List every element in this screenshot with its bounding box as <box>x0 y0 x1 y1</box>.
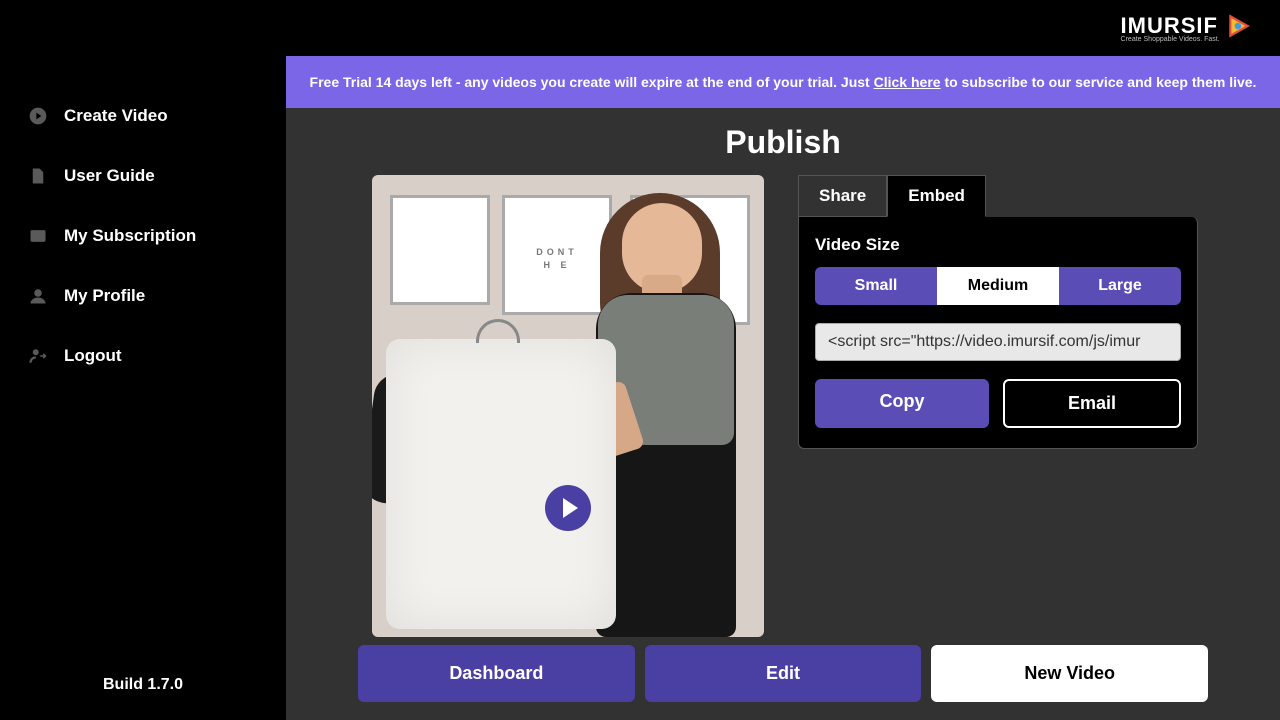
sidebar-item-label: Create Video <box>64 106 168 126</box>
sidebar-item-label: User Guide <box>64 166 155 186</box>
embed-code-box[interactable]: <script src="https://video.imursif.com/j… <box>815 323 1181 361</box>
wall-frame <box>390 195 490 305</box>
dashboard-button[interactable]: Dashboard <box>358 645 635 702</box>
brand-tagline: Create Shoppable Videos. Fast. <box>1121 36 1220 43</box>
size-large-button[interactable]: Large <box>1059 267 1181 305</box>
tab-share[interactable]: Share <box>798 175 887 217</box>
embed-panel: Video Size Small Medium Large <script sr… <box>798 217 1198 449</box>
size-medium-button[interactable]: Medium <box>937 267 1059 305</box>
email-button[interactable]: Email <box>1003 379 1181 428</box>
banner-suffix: to subscribe to our service and keep the… <box>941 74 1257 90</box>
logout-icon <box>28 346 48 366</box>
bottom-action-row: Dashboard Edit New Video <box>358 645 1208 702</box>
sidebar-item-logout[interactable]: Logout <box>0 326 286 386</box>
new-video-button[interactable]: New Video <box>931 645 1208 702</box>
sidebar-item-user-guide[interactable]: User Guide <box>0 146 286 206</box>
brand-logo[interactable]: IMURSIF Create Shoppable Videos. Fast. <box>1121 13 1252 43</box>
sidebar-item-label: My Subscription <box>64 226 196 246</box>
tab-embed[interactable]: Embed <box>887 175 986 217</box>
poster-text: DONT H E <box>514 219 600 299</box>
tabs-row: Share Embed <box>798 175 1198 217</box>
size-selector: Small Medium Large <box>815 267 1181 305</box>
document-icon <box>28 166 48 186</box>
size-small-button[interactable]: Small <box>815 267 937 305</box>
banner-link[interactable]: Click here <box>874 74 941 90</box>
play-icon <box>563 498 578 518</box>
copy-button[interactable]: Copy <box>815 379 989 428</box>
video-size-label: Video Size <box>815 235 1181 255</box>
play-circle-icon <box>28 106 48 126</box>
play-button[interactable] <box>545 485 591 531</box>
video-preview[interactable]: DONT H E <box>372 175 764 637</box>
sidebar-item-my-profile[interactable]: My Profile <box>0 266 286 326</box>
subscription-icon <box>28 226 48 246</box>
user-icon <box>28 286 48 306</box>
play-logo-icon <box>1226 13 1252 39</box>
sidebar-item-create-video[interactable]: Create Video <box>0 86 286 146</box>
build-version: Build 1.7.0 <box>0 650 286 720</box>
top-bar: IMURSIF Create Shoppable Videos. Fast. <box>0 0 1280 56</box>
tshirt <box>386 339 616 629</box>
sidebar: Create Video User Guide My Subscription … <box>0 56 286 720</box>
sidebar-item-label: My Profile <box>64 286 145 306</box>
main-content: Free Trial 14 days left - any videos you… <box>286 56 1280 720</box>
trial-banner: Free Trial 14 days left - any videos you… <box>286 56 1280 108</box>
hanger <box>476 319 520 343</box>
edit-button[interactable]: Edit <box>645 645 922 702</box>
sidebar-item-my-subscription[interactable]: My Subscription <box>0 206 286 266</box>
sidebar-item-label: Logout <box>64 346 122 366</box>
page-title: Publish <box>286 124 1280 161</box>
banner-prefix: Free Trial 14 days left - any videos you… <box>310 74 874 90</box>
